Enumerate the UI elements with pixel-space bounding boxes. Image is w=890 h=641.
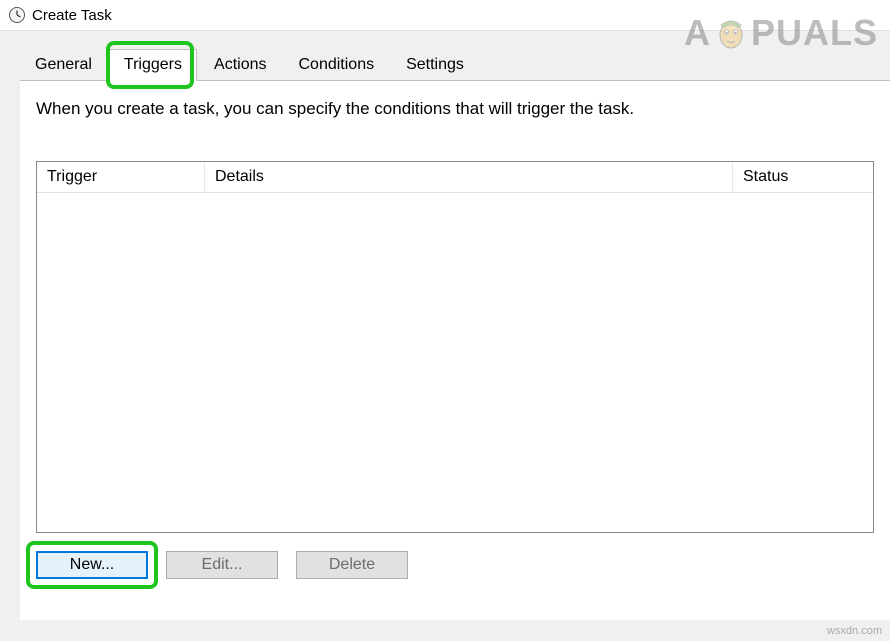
triggers-table[interactable]: Trigger Details Status (36, 161, 874, 533)
tab-panel-triggers: When you create a task, you can specify … (20, 80, 890, 620)
source-attribution: wsxdn.com (827, 625, 882, 637)
column-header-trigger[interactable]: Trigger (37, 162, 205, 192)
tab-settings[interactable]: Settings (391, 49, 479, 80)
tab-triggers[interactable]: Triggers (109, 49, 197, 81)
watermark-face-icon (713, 15, 749, 51)
window-title: Create Task (32, 7, 112, 24)
column-header-details[interactable]: Details (205, 162, 733, 192)
tab-conditions[interactable]: Conditions (283, 49, 389, 80)
dialog-body: General Triggers Actions Conditions Sett… (0, 30, 890, 641)
tab-general[interactable]: General (20, 49, 107, 80)
clock-icon (8, 6, 26, 24)
tab-row: General Triggers Actions Conditions Sett… (20, 49, 890, 80)
watermark-prefix: A (684, 12, 711, 54)
new-button[interactable]: New... (36, 551, 148, 579)
watermark-suffix: PUALS (751, 12, 878, 54)
watermark-logo: A PUALS (684, 12, 878, 54)
column-header-status[interactable]: Status (733, 162, 873, 192)
delete-button[interactable]: Delete (296, 551, 408, 579)
panel-description: When you create a task, you can specify … (36, 99, 874, 119)
button-row: New... Edit... Delete (36, 551, 874, 579)
table-header-row: Trigger Details Status (37, 162, 873, 193)
tab-actions[interactable]: Actions (199, 49, 281, 80)
edit-button[interactable]: Edit... (166, 551, 278, 579)
